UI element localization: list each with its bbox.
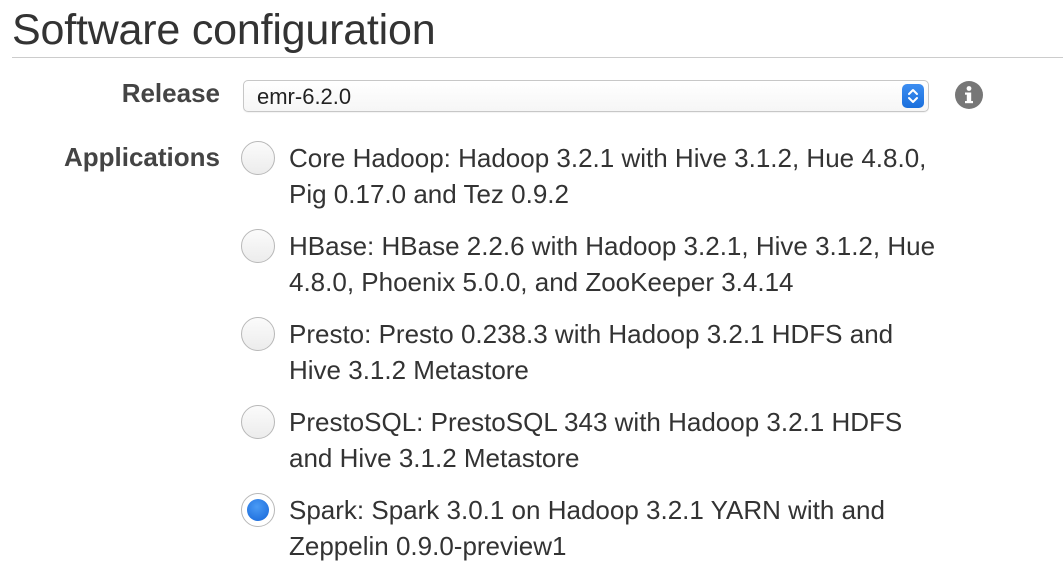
title-divider [12, 57, 1063, 58]
applications-label: Applications [63, 142, 220, 172]
radio-button-selected[interactable] [241, 493, 275, 527]
section-title: Software configuration [12, 6, 436, 54]
radio-button[interactable] [241, 229, 275, 263]
radio-button[interactable] [241, 405, 275, 439]
app-option-label: Core Hadoop: Hadoop 3.2.1 with Hive 3.1.… [289, 143, 927, 209]
info-icon[interactable] [955, 81, 983, 109]
app-option-label: Presto: Presto 0.238.3 with Hadoop 3.2.1… [289, 319, 894, 385]
select-arrows-icon [902, 84, 924, 108]
app-option-label: PrestoSQL: PrestoSQL 343 with Hadoop 3.2… [289, 407, 903, 473]
radio-button[interactable] [241, 317, 275, 351]
release-select[interactable]: emr-6.2.0 [243, 80, 929, 112]
software-configuration-panel: Software configuration Release emr-6.2.0… [0, 0, 1063, 565]
app-option-label: Spark: Spark 3.0.1 on Hadoop 3.2.1 YARN … [289, 495, 885, 561]
release-label: Release [121, 78, 220, 108]
release-select-value: emr-6.2.0 [257, 84, 352, 109]
radio-button[interactable] [241, 141, 275, 175]
app-option-label: HBase: HBase 2.2.6 with Hadoop 3.2.1, Hi… [289, 231, 936, 297]
